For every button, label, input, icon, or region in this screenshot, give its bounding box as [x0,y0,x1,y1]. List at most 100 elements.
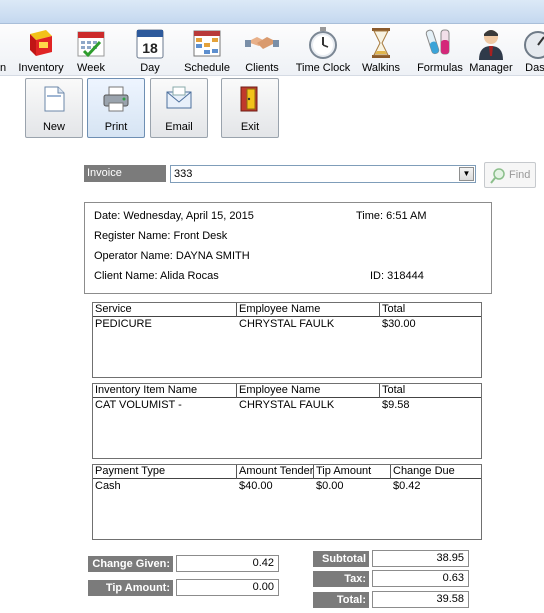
toolbar-label: Inventory [18,62,64,74]
toolbar-label: Week [77,62,105,74]
change-given-label: Change Given: [88,556,173,572]
column-header[interactable]: Payment Type [93,465,237,479]
services-grid[interactable]: Service Employee Name Total PEDICURE CHR… [92,302,482,378]
invoice-time: Time: 6:51 AM [356,210,427,222]
dashboard-gauge-icon [524,31,544,59]
toolbar-item-clients[interactable]: Clients [236,24,288,76]
service-name-cell: PEDICURE [95,318,152,330]
day-calendar-icon: 18 [136,29,164,59]
print-button[interactable]: Print [87,78,145,138]
total-field[interactable]: 39.58 [372,591,469,608]
column-header[interactable]: Inventory Item Name [93,384,237,398]
toolbar-label: Time Clock [295,62,351,74]
operator-name: Operator Name: DAYNA SMITH [94,250,250,262]
toolbar-item-manager[interactable]: Manager [468,24,514,76]
tip-amount-field[interactable]: 0.00 [176,579,279,596]
magnifier-icon [490,168,505,184]
column-header[interactable]: Employee Name [237,303,380,317]
services-grid-header: Service Employee Name Total [93,303,481,317]
toolbar-label: on [0,62,7,74]
register-name: Register Name: Front Desk [94,230,228,242]
new-button-label: New [42,121,65,133]
week-calendar-icon [77,31,105,58]
tax-field[interactable]: 0.63 [372,570,469,587]
window-title-bar [0,0,544,24]
toolbar-label: Clients [245,62,279,74]
test-tubes-icon [425,29,450,55]
print-button-label: Print [104,121,128,133]
exit-door-icon [240,86,258,112]
toolbar-item-dashboard[interactable]: Dash [518,24,544,76]
toolbar-label: Formulas [417,62,463,74]
total-cell: $9.58 [382,399,410,411]
toolbar-label: Dash [525,62,544,74]
column-header[interactable]: Total [380,303,481,317]
tax-label: Tax: [313,571,369,587]
table-row[interactable]: CAT VOLUMIST - CHRYSTAL FAULK $9.58 [93,399,481,413]
email-button[interactable]: Email [150,78,208,138]
amount-tendered-cell: $40.00 [239,480,273,492]
invoice-number-label: Invoice Number: [84,165,166,196]
schedule-grid-icon [193,30,221,57]
toolbar-item-formulas[interactable]: Formulas [414,24,466,76]
inventory-grid-header: Inventory Item Name Employee Name Total [93,384,481,398]
toolbar-item-walkins[interactable]: Walkins [358,24,404,76]
day-number: 18 [142,40,158,56]
item-name-cell: CAT VOLUMIST - [95,399,182,411]
toolbar-label: Day [140,62,160,74]
email-envelope-icon [166,86,192,109]
exit-button[interactable]: Exit [221,78,279,138]
exit-button-label: Exit [240,121,260,133]
toolbar-item-day[interactable]: 18 Day [130,24,170,76]
payments-grid[interactable]: Payment Type Amount Tender Tip Amount Ch… [92,464,482,540]
manager-person-icon [479,30,503,60]
toolbar-item-time-clock[interactable]: Time Clock [294,24,352,76]
toolbar-item-schedule[interactable]: Schedule [182,24,232,76]
toolbar-item-inventory[interactable]: Inventory [14,24,68,76]
column-header[interactable]: Service [93,303,237,317]
tip-amount-label: Tip Amount: [88,580,173,596]
new-button[interactable]: New [25,78,83,138]
change-given-field[interactable]: 0.42 [176,555,279,572]
table-row[interactable]: Cash $40.00 $0.00 $0.42 [93,480,481,494]
chevron-down-icon[interactable]: ▼ [459,167,474,181]
main-toolbar: on Inventory Week 18 Day [0,24,544,76]
invoice-info-panel: Date: Wednesday, April 15, 2015 Time: 6:… [84,202,492,294]
find-button-label: Find [509,169,531,181]
payment-type-cell: Cash [95,480,121,492]
table-row[interactable]: PEDICURE CHRYSTAL FAULK $30.00 [93,318,481,332]
client-name: Client Name: Alida Rocas [94,270,219,282]
subtotal-field[interactable]: 38.95 [372,550,469,567]
handshake-icon [245,37,279,49]
column-header[interactable]: Change Due [391,465,481,479]
invoice-number-value: 333 [174,168,193,180]
column-header[interactable]: Amount Tender [237,465,314,479]
payments-grid-header: Payment Type Amount Tender Tip Amount Ch… [93,465,481,479]
column-header[interactable]: Total [380,384,481,398]
change-due-cell: $0.42 [393,480,421,492]
total-label: Total: [313,592,369,608]
printer-icon [103,86,129,112]
total-cell: $30.00 [382,318,416,330]
toolbar-item-admin[interactable]: on [0,24,14,76]
column-header[interactable]: Tip Amount [314,465,391,479]
client-id: ID: 318444 [370,270,424,282]
hourglass-icon [372,28,390,58]
email-button-label: Email [165,121,193,133]
column-header[interactable]: Employee Name [237,384,380,398]
tip-amount-cell: $0.00 [316,480,344,492]
employee-name-cell: CHRYSTAL FAULK [239,318,335,330]
toolbar-label: Schedule [184,62,230,74]
stopwatch-icon [309,27,337,59]
new-document-icon [44,86,65,112]
toolbar-label: Manager [469,62,513,74]
toolbar-item-week[interactable]: Week [70,24,112,76]
invoice-number-select[interactable]: 333 ▼ [170,165,476,183]
toolbar-label: Walkins [361,62,401,74]
subtotal-label: Subtotal [313,551,369,567]
inventory-items-grid[interactable]: Inventory Item Name Employee Name Total … [92,383,482,459]
employee-name-cell: CHRYSTAL FAULK [239,399,335,411]
find-button[interactable]: Find [484,162,536,188]
invoice-date: Date: Wednesday, April 15, 2015 [94,210,254,222]
inventory-box-icon [30,30,52,56]
